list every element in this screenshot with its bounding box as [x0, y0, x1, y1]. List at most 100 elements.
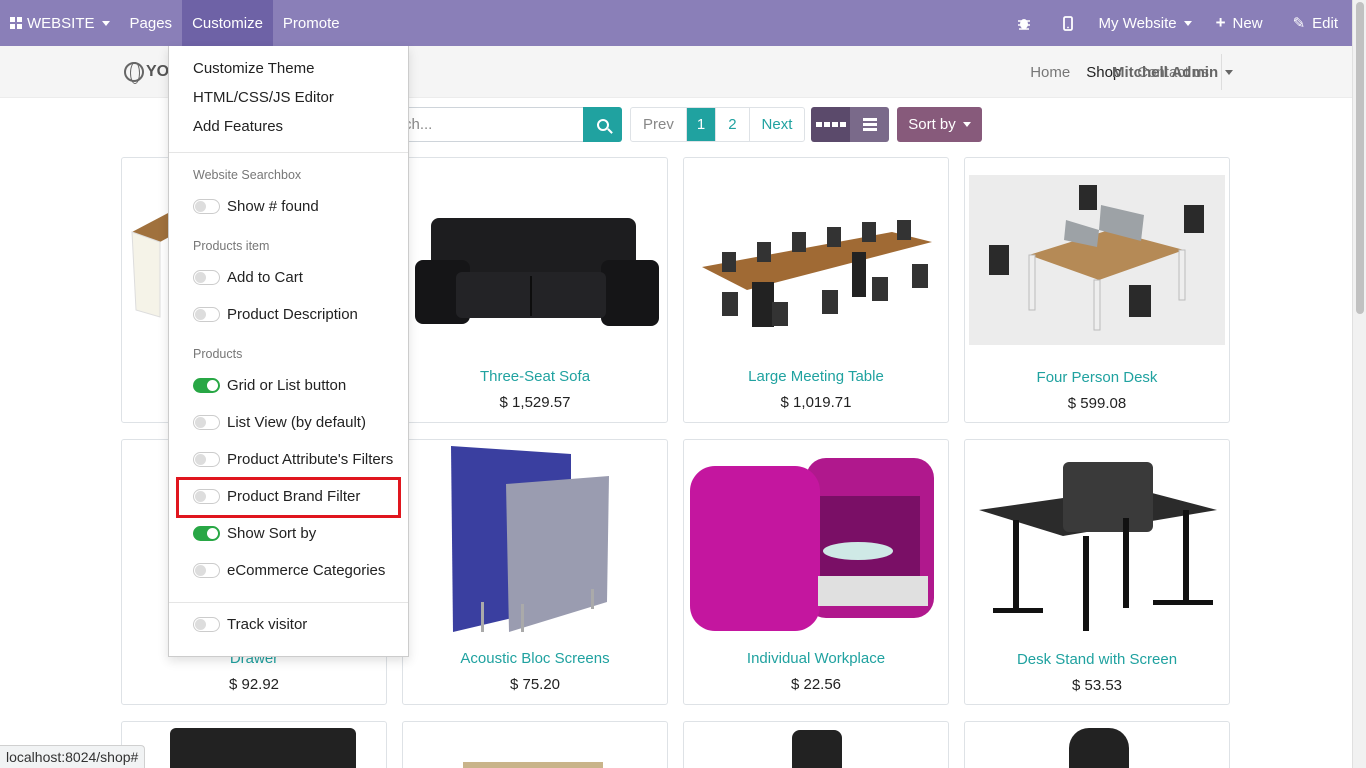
toggle-switch[interactable]	[193, 452, 220, 467]
product-image[interactable]	[969, 175, 1225, 345]
search-icon	[596, 118, 609, 131]
option-show-found[interactable]: Show # found	[193, 198, 319, 215]
toggle-switch[interactable]	[193, 199, 220, 214]
option-add-to-cart[interactable]: Add to Cart	[193, 269, 303, 286]
globe-icon	[124, 62, 144, 84]
sort-by-button[interactable]: Sort by	[897, 107, 982, 142]
option-label: Add to Cart	[227, 269, 303, 286]
menu-divider	[169, 602, 408, 603]
website-menu-label: WEBSITE	[27, 14, 95, 32]
product-name[interactable]: Four Person Desk	[965, 369, 1229, 386]
my-website-label: My Website	[1098, 14, 1177, 32]
product-card[interactable]	[121, 721, 387, 768]
product-image[interactable]	[411, 172, 659, 350]
product-card[interactable]: Individual Workplace $ 22.56	[683, 439, 949, 705]
pager: Prev 1 2 Next	[630, 107, 806, 142]
page-scrollbar[interactable]	[1352, 0, 1366, 768]
status-bar-url: localhost:8024/shop#	[0, 745, 146, 768]
toggle-switch[interactable]	[193, 378, 220, 393]
view-toggle	[811, 107, 889, 142]
product-image[interactable]	[463, 762, 603, 768]
product-image[interactable]	[688, 456, 946, 634]
option-track-visitor[interactable]: Track visitor	[193, 616, 307, 633]
list-view-button[interactable]	[850, 107, 889, 142]
grid-view-button[interactable]	[811, 107, 850, 142]
admin-navbar: WEBSITE Pages Customize Promote My Websi…	[0, 0, 1352, 46]
menu-add-features[interactable]: Add Features	[193, 118, 283, 135]
my-website-menu[interactable]: My Website	[1089, 0, 1210, 46]
new-button[interactable]: + New	[1210, 0, 1277, 46]
pager-prev[interactable]: Prev	[631, 108, 686, 141]
product-card[interactable]	[402, 721, 668, 768]
product-card[interactable]: Four Person Desk $ 599.08	[964, 157, 1230, 423]
debug-button[interactable]	[1001, 0, 1047, 46]
product-name[interactable]: Large Meeting Table	[684, 368, 948, 385]
option-grid-or-list-button[interactable]: Grid or List button	[193, 377, 346, 394]
option-product-description[interactable]: Product Description	[193, 306, 358, 323]
edit-button[interactable]: ✎ Edit	[1277, 0, 1352, 46]
product-image[interactable]	[411, 444, 659, 636]
pager-page-2[interactable]: 2	[715, 108, 748, 141]
pencil-icon: ✎	[1292, 15, 1306, 32]
search-button[interactable]	[583, 107, 622, 142]
new-label: New	[1232, 14, 1263, 32]
menu-divider	[169, 152, 408, 153]
product-image[interactable]	[973, 458, 1221, 636]
toggle-switch[interactable]	[193, 617, 220, 632]
sort-by-label: Sort by	[908, 116, 956, 133]
option-label: Product Description	[227, 306, 358, 323]
pages-menu[interactable]: Pages	[120, 0, 183, 46]
product-search-input[interactable]: rch...	[398, 107, 584, 142]
customize-dropdown: Customize Theme HTML/CSS/JS Editor Add F…	[168, 46, 409, 657]
product-image[interactable]	[170, 728, 356, 768]
product-card[interactable]	[964, 721, 1230, 768]
toggle-switch[interactable]	[193, 307, 220, 322]
option-label: eCommerce Categories	[227, 562, 386, 579]
product-price: $ 75.20	[509, 676, 561, 693]
product-card[interactable]	[683, 721, 949, 768]
product-card[interactable]: Acoustic Bloc Screens $ 75.20	[402, 439, 668, 705]
option-ecommerce-categories[interactable]: eCommerce Categories	[193, 562, 385, 579]
section-header-products-item: Products item	[193, 239, 270, 253]
website-menu[interactable]: WEBSITE	[0, 0, 120, 46]
promote-menu[interactable]: Promote	[273, 0, 350, 46]
product-price: $ 53.53	[1071, 677, 1123, 694]
section-header-website-searchbox: Website Searchbox	[193, 168, 302, 182]
edit-label: Edit	[1312, 14, 1338, 32]
pager-page-1[interactable]: 1	[685, 108, 716, 141]
product-image[interactable]	[792, 730, 842, 768]
option-label: Product Attribute's Filters	[227, 451, 394, 468]
toggle-switch[interactable]	[193, 526, 220, 541]
option-product-attribute-filters[interactable]: Product Attribute's Filters	[193, 451, 393, 468]
product-card[interactable]: Three-Seat Sofa $ 1,529.57	[402, 157, 668, 423]
site-logo[interactable]: YO	[124, 62, 169, 84]
mobile-preview-button[interactable]	[1047, 0, 1089, 46]
option-label: Show Sort by	[227, 525, 317, 542]
scrollbar-thumb[interactable]	[1356, 2, 1364, 314]
product-name[interactable]: Desk Stand with Screen	[965, 651, 1229, 668]
option-label: List View (by default)	[227, 414, 366, 431]
product-image[interactable]	[692, 172, 940, 350]
toggle-switch[interactable]	[193, 270, 220, 285]
product-name[interactable]: Individual Workplace	[684, 650, 948, 667]
mobile-icon	[1062, 15, 1073, 31]
product-price: $ 1,019.71	[780, 394, 852, 411]
option-list-view-default[interactable]: List View (by default)	[193, 414, 366, 431]
apps-grid-icon	[10, 17, 22, 29]
product-card[interactable]: Large Meeting Table $ 1,019.71	[683, 157, 949, 423]
product-name[interactable]: Acoustic Bloc Screens	[403, 650, 667, 667]
pager-next[interactable]: Next	[748, 108, 805, 141]
menu-customize-theme[interactable]: Customize Theme	[193, 60, 314, 77]
menu-html-css-js-editor[interactable]: HTML/CSS/JS Editor	[193, 89, 334, 106]
product-card[interactable]: Desk Stand with Screen $ 53.53	[964, 439, 1230, 705]
option-label: Grid or List button	[227, 377, 347, 394]
highlight-box	[176, 477, 401, 518]
customize-menu[interactable]: Customize	[182, 0, 273, 46]
toggle-switch[interactable]	[193, 563, 220, 578]
toggle-switch[interactable]	[193, 415, 220, 430]
option-show-sort-by[interactable]: Show Sort by	[193, 525, 316, 542]
product-image[interactable]	[1069, 728, 1129, 768]
product-name[interactable]: Three-Seat Sofa	[403, 368, 667, 385]
user-menu[interactable]: Mitchell Admin	[1112, 46, 1234, 98]
nav-home[interactable]: Home	[1022, 64, 1078, 81]
